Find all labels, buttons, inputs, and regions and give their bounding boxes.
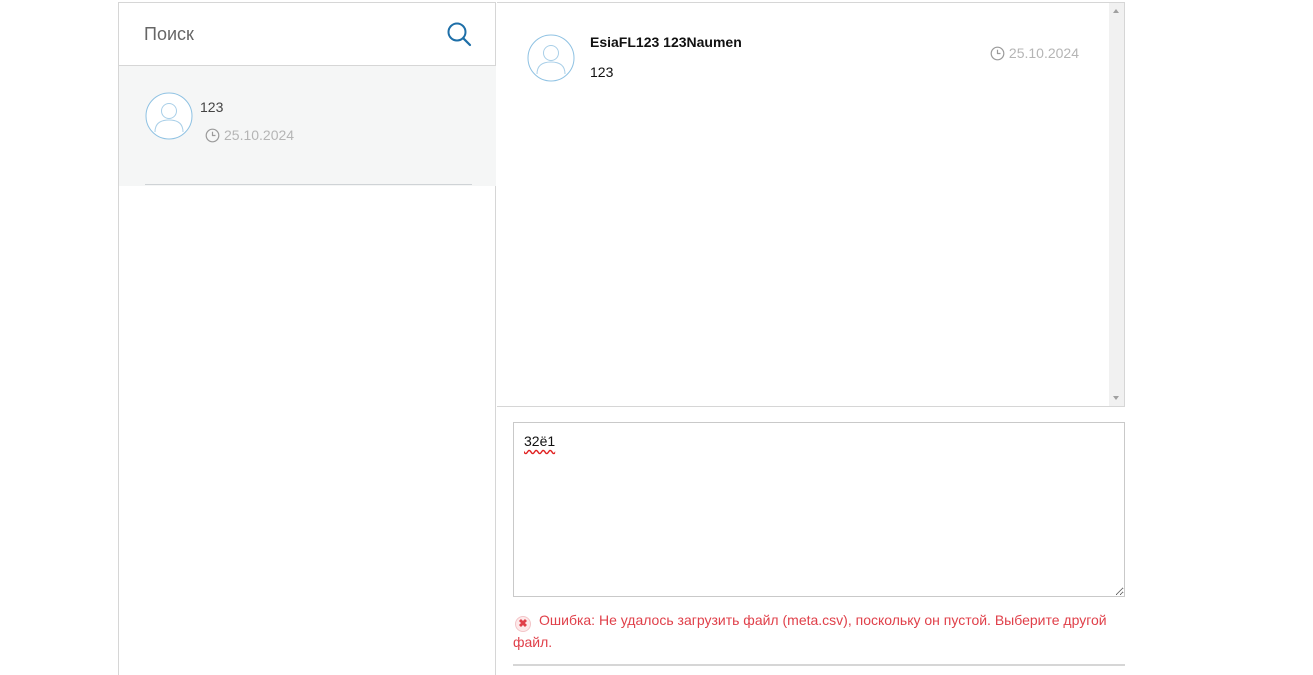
search-input[interactable]	[144, 21, 424, 47]
message-author: EsiaFL123 123Naumen	[590, 34, 742, 50]
scroll-down-arrow-icon[interactable]	[1113, 396, 1119, 400]
message-date: 25.10.2024	[990, 45, 1079, 61]
error-icon: ✖	[515, 616, 531, 632]
search-bar	[119, 3, 496, 66]
dialog-name: 123	[200, 99, 224, 115]
dialog-date-text: 25.10.2024	[224, 127, 295, 143]
messages-area: EsiaFL123 123Naumen 123 25.10.2024	[497, 2, 1125, 407]
clock-icon	[990, 46, 1005, 60]
scroll-up-arrow-icon[interactable]	[1113, 9, 1119, 13]
dialogs-panel: 123 25.10.2024	[118, 2, 496, 675]
dialog-date: 25.10.2024	[205, 127, 294, 143]
message-date-text: 25.10.2024	[1008, 45, 1079, 61]
clock-icon	[205, 128, 220, 142]
bottom-divider	[513, 664, 1125, 666]
message-text: 123	[590, 64, 614, 80]
search-icon[interactable]	[446, 21, 472, 47]
upload-error: ✖ Ошибка: Не удалось загрузить файл (meta…	[513, 610, 1125, 653]
messenger-frame: 123 25.10.2024 EsiaFL123 123Naumen 123	[118, 2, 1125, 675]
avatar-icon	[145, 92, 193, 140]
avatar-icon	[527, 34, 575, 82]
dialog-divider	[145, 184, 472, 185]
error-text: Ошибка: Не удалось загрузить файл (meta.…	[513, 612, 1107, 650]
dialog-item[interactable]: 123 25.10.2024	[119, 66, 496, 186]
message-input[interactable]: 32ё1	[513, 422, 1125, 597]
message-item: EsiaFL123 123Naumen 123 25.10.2024	[527, 33, 1087, 93]
messages-scrollbar[interactable]	[1109, 3, 1124, 406]
